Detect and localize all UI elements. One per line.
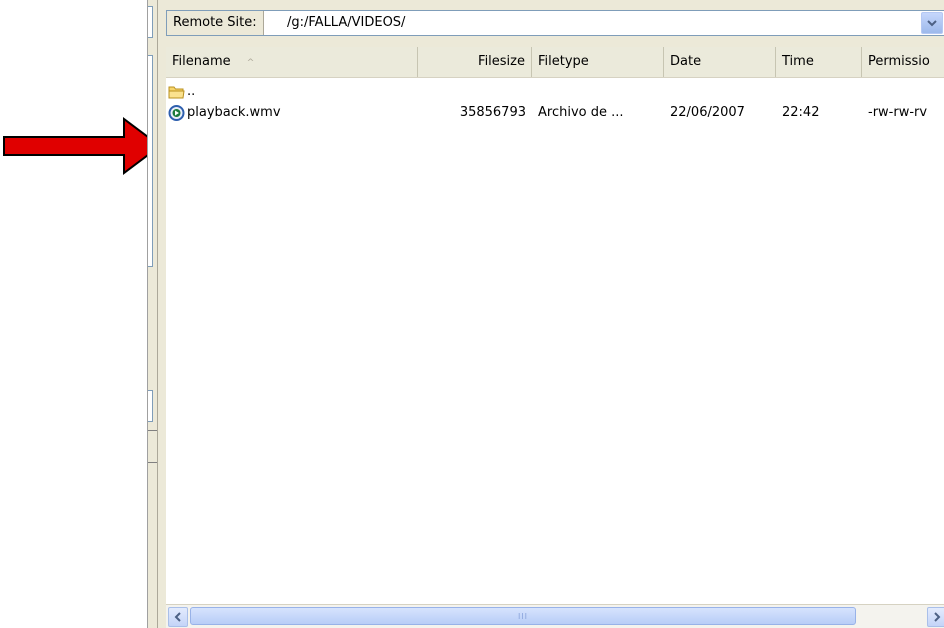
filetype-cell: Archivo de ... (538, 105, 624, 120)
time-cell: 22:42 (782, 105, 820, 120)
column-header-filetype[interactable]: Filetype (532, 47, 664, 77)
filename-cell: .. (187, 84, 196, 99)
folder-icon (168, 86, 185, 99)
file-list: .. playback.wmv 35856793 Archivo de ... … (166, 78, 944, 604)
column-header-date[interactable]: Date (664, 47, 776, 77)
scroll-left-button[interactable] (168, 607, 188, 627)
remote-file-panel: Remote Site: Filename ^ Filesize Filetyp… (157, 0, 944, 628)
filesize-cell: 35856793 (459, 105, 526, 120)
horizontal-scrollbar[interactable]: III (166, 604, 944, 628)
pane-splitter-lower[interactable] (148, 462, 157, 463)
column-header-label: Filesize (478, 54, 525, 69)
scroll-right-button[interactable] (927, 607, 944, 627)
date-cell: 22/06/2007 (670, 105, 745, 120)
scroll-grip: III (517, 611, 529, 621)
remote-site-label: Remote Site: (167, 11, 264, 35)
left-pane-list-edge (148, 55, 153, 267)
chevron-down-icon (927, 20, 937, 27)
column-header-time[interactable]: Time (776, 47, 862, 77)
remote-site-path-input[interactable] (283, 11, 920, 35)
sort-ascending-icon: ^ (246, 58, 255, 68)
left-pane-field-edge (148, 6, 153, 38)
chevron-left-icon (174, 612, 181, 622)
chevron-right-icon (934, 612, 941, 622)
column-header-label: Filetype (538, 54, 589, 69)
column-header-permissions[interactable]: Permissio (862, 47, 944, 77)
column-header-filename[interactable]: Filename ^ (166, 47, 418, 77)
left-pane-list-edge-lower (148, 390, 153, 422)
column-header-filesize[interactable]: Filesize (418, 47, 532, 77)
filename-cell: playback.wmv (187, 105, 281, 120)
scroll-thumb[interactable]: III (190, 607, 856, 625)
remote-site-bar: Remote Site: (166, 10, 944, 36)
column-header-label: Date (670, 54, 702, 69)
permissions-cell: -rw-rw-rv (868, 105, 928, 120)
list-item-parent-dir[interactable]: .. (166, 81, 944, 102)
column-header-label: Time (782, 54, 814, 69)
column-header-label: Filename (172, 54, 231, 69)
remote-site-dropdown-button[interactable] (921, 12, 943, 34)
media-file-icon (168, 105, 185, 121)
column-header-label: Permissio (868, 54, 930, 69)
list-item-playback[interactable]: playback.wmv 35856793 Archivo de ... 22/… (166, 102, 944, 123)
file-list-header: Filename ^ Filesize Filetype Date Time P… (166, 47, 944, 78)
red-pointer-arrow-icon (3, 117, 162, 175)
pane-splitter[interactable] (148, 430, 157, 431)
